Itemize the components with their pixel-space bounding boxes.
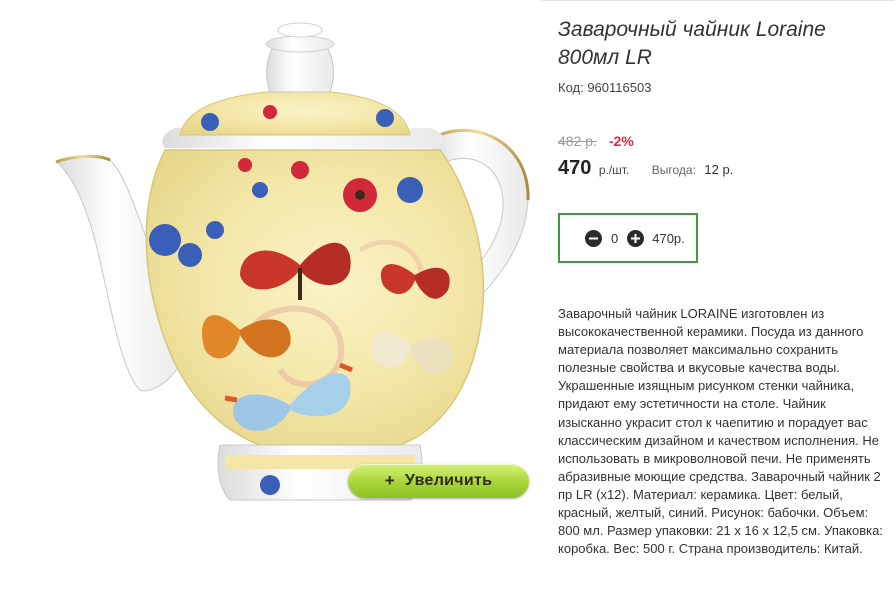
minus-circle-icon[interactable] bbox=[585, 229, 602, 247]
benefit-label: Выгода: bbox=[651, 163, 696, 177]
plus-circle-icon[interactable] bbox=[627, 229, 645, 247]
cart-total: 470р. bbox=[652, 230, 685, 246]
old-price: 482 р. bbox=[558, 133, 597, 149]
old-price-row: 482 р. -2% bbox=[558, 133, 634, 149]
benefit-value: 12 р. bbox=[704, 162, 734, 177]
price-unit: р./шт. bbox=[598, 163, 630, 177]
discount-badge: -2% bbox=[608, 133, 634, 149]
product-code: Код: 960116503 bbox=[558, 80, 652, 95]
price-row: 470 р./шт. Выгода: 12 р. bbox=[558, 157, 733, 180]
product-title: Заварочный чайник Loraine 800мл LR bbox=[558, 18, 826, 69]
plus-icon: + bbox=[384, 471, 395, 490]
zoom-button[interactable]: + Увеличить bbox=[348, 464, 529, 498]
quantity-value: 0 bbox=[611, 230, 619, 246]
product-image[interactable]: + Увеличить bbox=[0, 0, 540, 597]
product-description: Заварочный чайник LORAINE изготовлен из … bbox=[558, 306, 883, 557]
cart-quantity-box: 0 470р. bbox=[558, 213, 698, 263]
teapot-illustration bbox=[55, 22, 530, 501]
zoom-label: Увеличить bbox=[404, 472, 493, 489]
price-value: 470 bbox=[558, 157, 592, 179]
